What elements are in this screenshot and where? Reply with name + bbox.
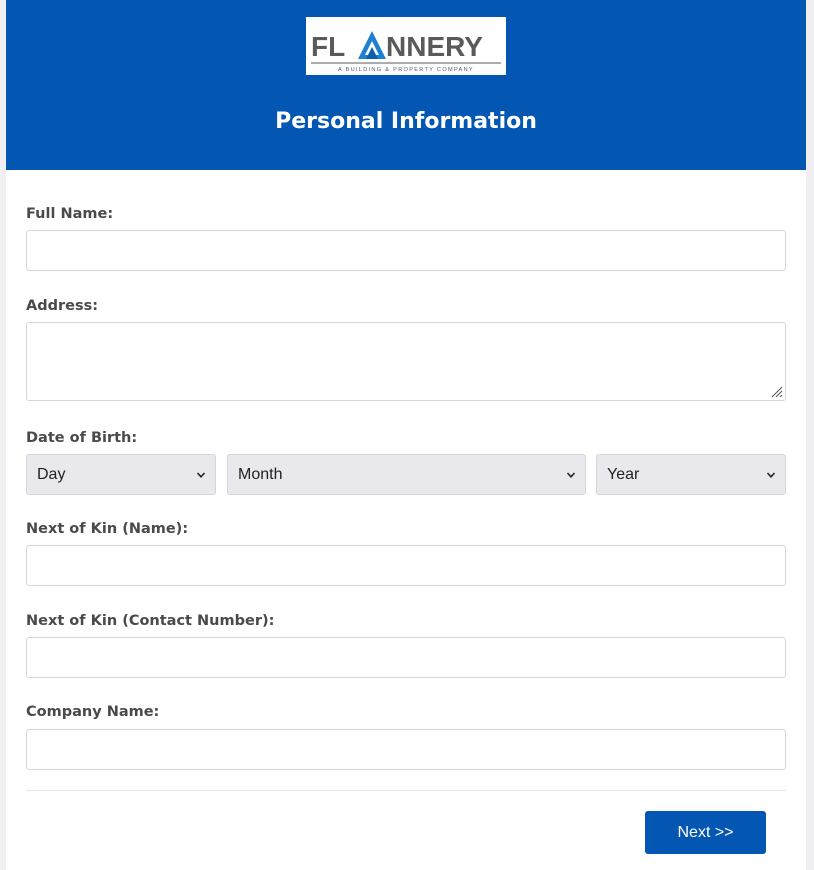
chevron-down-icon	[566, 472, 576, 478]
page-title: Personal Information	[275, 109, 537, 134]
next-of-kin-contact-input[interactable]	[26, 637, 786, 678]
date-of-birth-label: Date of Birth:	[26, 430, 138, 446]
logo-wordmark-end: NNERY	[386, 31, 483, 62]
next-button[interactable]: Next >>	[645, 811, 766, 854]
full-name-label: Full Name:	[26, 206, 114, 222]
next-of-kin-name-label: Next of Kin (Name):	[26, 521, 189, 537]
flannery-logo: FL NNERY A BUILDING & PROPERTY COMPANY	[306, 17, 506, 75]
day-select[interactable]: Day	[26, 454, 216, 495]
form-page: FL NNERY A BUILDING & PROPERTY COMPANY P…	[6, 0, 806, 870]
year-select[interactable]: Year	[596, 454, 786, 495]
full-name-input[interactable]	[26, 230, 786, 271]
address-textarea[interactable]	[26, 322, 786, 401]
next-of-kin-name-input[interactable]	[26, 545, 786, 586]
resize-handle-icon[interactable]	[771, 386, 783, 398]
logo-wordmark-start: FL	[311, 31, 345, 62]
logo-graphic: FL NNERY A BUILDING & PROPERTY COMPANY	[311, 31, 501, 73]
header-banner: FL NNERY A BUILDING & PROPERTY COMPANY P…	[6, 0, 806, 170]
month-select-value: Month	[238, 466, 283, 483]
company-name-label: Company Name:	[26, 704, 160, 720]
company-name-input[interactable]	[26, 729, 786, 770]
year-select-value: Year	[607, 466, 640, 483]
chevron-down-icon	[196, 472, 206, 478]
logo-tagline: A BUILDING & PROPERTY COMPANY	[338, 67, 474, 73]
next-of-kin-contact-label: Next of Kin (Contact Number):	[26, 613, 275, 629]
form-divider	[26, 790, 786, 791]
day-select-value: Day	[37, 466, 66, 483]
chevron-down-icon	[766, 472, 776, 478]
address-label: Address:	[26, 298, 99, 314]
month-select[interactable]: Month	[227, 454, 586, 495]
